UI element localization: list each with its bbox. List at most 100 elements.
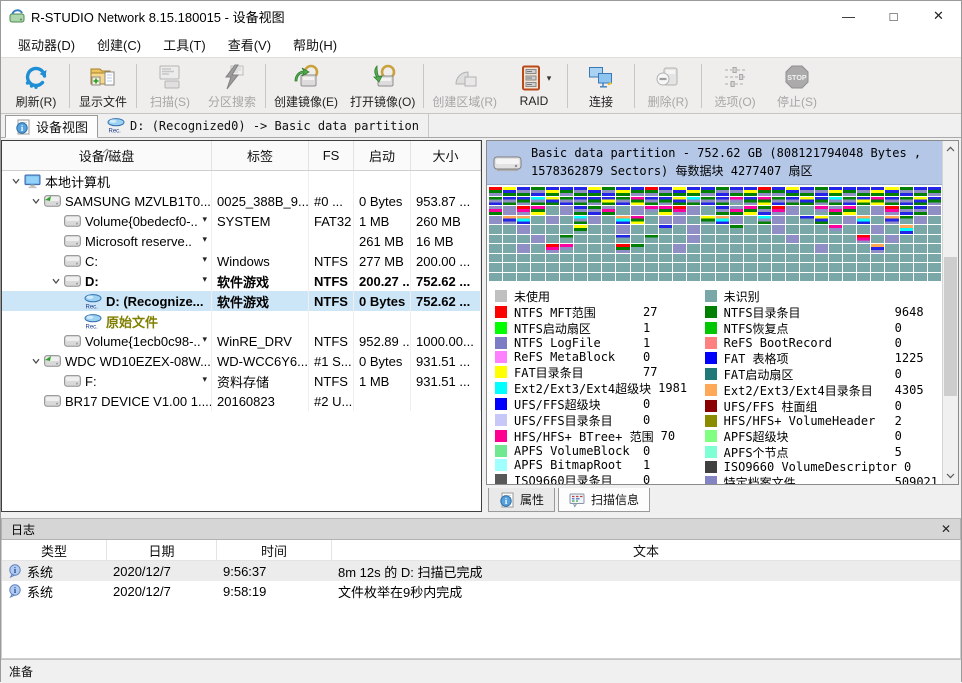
volume-dropdown-icon[interactable]: ▾: [202, 235, 207, 244]
tree-cell-text: NTFS: [314, 254, 348, 269]
volume-icon: [44, 395, 61, 407]
log-column-label: 文本: [633, 541, 659, 560]
refresh-button[interactable]: 刷新(R): [5, 60, 67, 112]
map-block: [574, 263, 587, 272]
tree-row[interactable]: Volume{1ecb0c98-..▾WinRE_DRVNTFS952.89 .…: [2, 331, 481, 351]
menu-item-2[interactable]: 工具(T): [152, 32, 217, 57]
log-column-header-3[interactable]: 文本: [332, 540, 960, 560]
tree-cell-text: 752.62 ...: [416, 294, 470, 309]
map-block: [701, 263, 714, 272]
menu-item-4[interactable]: 帮助(H): [282, 32, 348, 57]
map-block: [701, 206, 714, 215]
tree-row[interactable]: F:▾资料存储NTFS1 MB931.51 ...: [2, 371, 481, 391]
tab-scan-info[interactable]: 扫描信息: [558, 488, 650, 512]
scrollbar-track[interactable]: [943, 157, 958, 468]
maximize-button[interactable]: □: [871, 1, 916, 31]
tree-row[interactable]: WDC WD10EZEX-08W...WD-WCC6Y6...#1 S...0 …: [2, 351, 481, 371]
tree-column-header-2[interactable]: FS: [309, 141, 354, 170]
raid-button[interactable]: ▾RAID: [503, 60, 565, 112]
close-button[interactable]: ✕: [916, 1, 961, 31]
options-button[interactable]: 选项(O): [704, 60, 766, 112]
map-block: [645, 273, 658, 282]
tree-column-header-1[interactable]: 标签: [212, 141, 309, 170]
log-column-header-0[interactable]: 类型: [2, 540, 107, 560]
scrollbar-thumb[interactable]: [944, 257, 957, 397]
legend-label: Ext2/Ext3/Ext4超级块: [514, 380, 651, 397]
psearch-button[interactable]: 分区搜索: [201, 60, 263, 112]
legend-count: 1: [643, 336, 650, 350]
chevron-down-icon[interactable]: [8, 176, 24, 186]
log-close-button[interactable]: ✕: [941, 522, 951, 536]
menu-item-3[interactable]: 查看(V): [217, 32, 282, 57]
tree-cell-start: 277 MB: [354, 251, 411, 271]
scrollbar-down-icon[interactable]: [943, 468, 958, 484]
delete-icon: [654, 63, 682, 91]
log-row[interactable]: i系统2020/12/79:56:378m 12s 的 D: 扫描已完成: [2, 561, 960, 581]
dropdown-arrow-icon[interactable]: ▾: [547, 73, 552, 84]
legend-label: HFS/HFS+ VolumeHeader: [724, 414, 888, 428]
tree-row[interactable]: Rec.原始文件: [2, 311, 481, 331]
map-block: [800, 197, 813, 206]
volume-dropdown-icon[interactable]: ▾: [202, 255, 207, 264]
map-block: [716, 187, 729, 196]
tree-row[interactable]: C:▾WindowsNTFS277 MB200.00 ...: [2, 251, 481, 271]
scrollbar-up-icon[interactable]: [943, 141, 958, 157]
tree-row[interactable]: D:▾软件游戏NTFS200.27 ...752.62 ...: [2, 271, 481, 291]
disk-icon: [44, 195, 61, 207]
tree-column-header-3[interactable]: 启动: [354, 141, 411, 170]
log-column-header-1[interactable]: 日期: [107, 540, 217, 560]
tree-row[interactable]: BR17 DEVICE V1.00 1....20160823#2 U...: [2, 391, 481, 411]
map-block: [659, 254, 672, 263]
chevron-down-icon[interactable]: [28, 356, 44, 366]
map-block: [744, 254, 757, 263]
volume-dropdown-icon[interactable]: ▾: [202, 375, 207, 384]
scan-button[interactable]: 扫描(S): [139, 60, 201, 112]
info-balloon-icon: i: [8, 564, 22, 578]
legend-row: ReFS BootRecord0: [705, 336, 938, 350]
tree-cell-size: 931.51 ...: [411, 371, 481, 391]
minimize-button[interactable]: —: [826, 1, 871, 31]
tree-cell-label: [212, 311, 309, 331]
chevron-down-icon[interactable]: [28, 196, 44, 206]
log-row[interactable]: i系统2020/12/79:58:19文件枚举在9秒内完成: [2, 581, 960, 601]
showfiles-button[interactable]: 显示文件: [72, 60, 134, 112]
stop-button[interactable]: STOP停止(S): [766, 60, 828, 112]
volume-dropdown-icon[interactable]: ▾: [202, 215, 207, 224]
map-block: [602, 273, 615, 282]
volume-dropdown-icon[interactable]: ▾: [202, 335, 207, 344]
tree-column-label: 大小: [432, 146, 458, 165]
tab-device-view[interactable]: i设备视图: [5, 115, 98, 138]
tree-row[interactable]: Microsoft reserve..▾261 MB16 MB: [2, 231, 481, 251]
connect-button[interactable]: 连接: [570, 60, 632, 112]
tree-row[interactable]: 本地计算机: [2, 171, 481, 191]
tree-cell-size: 752.62 ...: [411, 291, 481, 311]
map-block: [829, 225, 842, 234]
map-block: [829, 244, 842, 253]
map-block: [800, 187, 813, 196]
chevron-down-icon[interactable]: [48, 276, 64, 286]
tree-row[interactable]: Volume{0bedecf0-..▾SYSTEMFAT321 MB260 MB: [2, 211, 481, 231]
menu-item-1[interactable]: 创建(C): [86, 32, 152, 57]
menu-item-0[interactable]: 驱动器(D): [7, 32, 86, 57]
delete-button[interactable]: 删除(R): [637, 60, 699, 112]
volume-dropdown-icon[interactable]: ▾: [202, 275, 207, 284]
svg-text:Rec.: Rec.: [109, 129, 122, 135]
log-cell-type: i系统: [2, 582, 107, 601]
oimage-button[interactable]: 打开镜像(O): [344, 60, 421, 112]
tree-column-header-0[interactable]: 设备/磁盘: [2, 141, 212, 170]
tree-cell-fs: NTFS: [309, 331, 354, 351]
log-column-header-2[interactable]: 时间: [217, 540, 332, 560]
tree-column-header-4[interactable]: 大小: [411, 141, 481, 170]
map-block: [602, 225, 615, 234]
cregion-button[interactable]: 创建区域(R): [426, 60, 503, 112]
tree-row[interactable]: SAMSUNG MZVLB1T0...0025_388B_9...#0 ...0…: [2, 191, 481, 211]
tab-properties[interactable]: i属性: [488, 488, 555, 512]
tree-cell-start: 0 Bytes: [354, 191, 411, 211]
map-block: [616, 244, 629, 253]
tab-partition[interactable]: Rec.D: (Recognized0) -> Basic data parti…: [98, 114, 429, 137]
scan-scrollbar[interactable]: [942, 141, 958, 484]
cimage-button[interactable]: 创建镜像(E): [268, 60, 344, 112]
map-block: [517, 225, 530, 234]
map-block: [489, 244, 502, 253]
tree-row[interactable]: Rec.D: (Recognize...软件游戏NTFS0 Bytes752.6…: [2, 291, 481, 311]
